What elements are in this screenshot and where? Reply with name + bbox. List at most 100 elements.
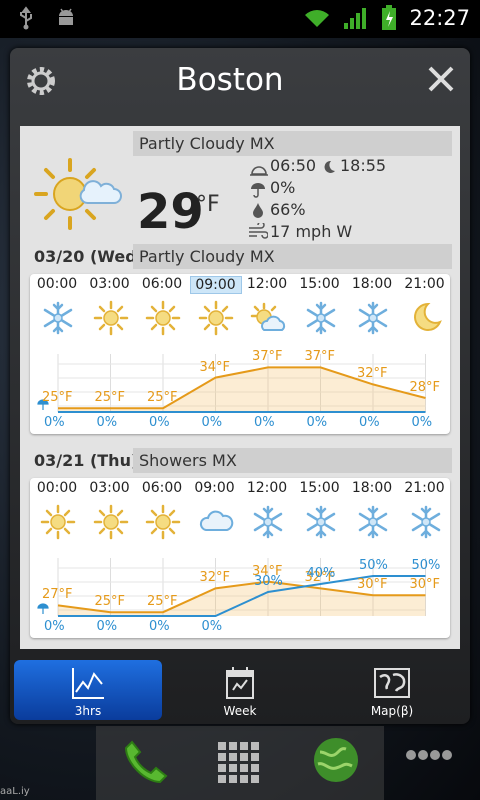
umbrella-icon <box>37 603 49 614</box>
precipitation-label: 0% <box>359 415 380 430</box>
humidity-value: 66% <box>270 200 306 219</box>
usb-icon <box>20 6 32 30</box>
temperature-label: 25°F <box>147 594 178 610</box>
precipitation-value: 0% <box>270 178 296 197</box>
precipitation-label: 40% <box>306 566 336 581</box>
weather-widget: Boston Partly Cloudy MX 29 °F 06:50 18:5… <box>10 48 470 724</box>
temperature-label: 25°F <box>147 390 178 406</box>
battery-charging-icon <box>382 5 397 30</box>
hour-label[interactable]: 18:00 <box>347 480 397 496</box>
hour-label[interactable]: 06:00 <box>137 480 187 496</box>
view-tabs: 3hrs Week Map(β) <box>10 656 470 724</box>
home-dock <box>96 726 384 800</box>
tab-week[interactable]: Week <box>166 660 314 720</box>
precipitation-label: 50% <box>359 558 388 573</box>
sunrise-time: 06:50 <box>270 156 317 175</box>
sun-icon <box>198 300 233 336</box>
precipitation-label: 50% <box>411 558 441 573</box>
precipitation-label: 0% <box>149 619 170 634</box>
tab-3hrs[interactable]: 3hrs <box>14 660 162 720</box>
temperature-label: 25°F <box>42 390 73 406</box>
android-debug-icon <box>59 8 73 25</box>
sun-icon <box>145 300 181 336</box>
tab-label: 3hrs <box>74 704 102 718</box>
snow-icon <box>43 301 73 335</box>
tab-map[interactable]: Map(β) <box>318 660 466 720</box>
hour-label[interactable]: 09:00 <box>190 480 240 496</box>
status-clock: 22:27 <box>409 6 470 30</box>
precipitation-label: 0% <box>96 619 118 634</box>
phone-icon[interactable] <box>120 736 172 788</box>
humidity-drop-icon <box>253 203 263 218</box>
hour-label[interactable]: 21:00 <box>400 480 450 496</box>
precipitation-label: 0% <box>411 415 433 430</box>
temperature-label: 30°F <box>357 577 388 593</box>
signal-icon <box>344 8 367 29</box>
line-chart-icon <box>72 668 104 699</box>
hour-label[interactable]: 00:00 <box>32 276 82 292</box>
hour-label[interactable]: 15:00 <box>295 480 345 496</box>
browser-globe-icon[interactable] <box>310 734 362 786</box>
wind-value: 17 mph W <box>270 222 353 241</box>
temperature-label: 34°F <box>199 359 231 375</box>
temperature-label: 37°F <box>252 349 283 365</box>
partly-cloudy-icon <box>34 158 122 230</box>
status-bar: 22:27 <box>0 0 480 38</box>
widget-header: Boston <box>10 48 470 118</box>
carrier-label: aaL.iy <box>0 786 30 797</box>
precipitation-label: 0% <box>254 415 275 430</box>
city-title: Boston <box>176 62 284 98</box>
hour-label[interactable]: 18:00 <box>347 276 397 292</box>
snow-icon <box>358 301 388 335</box>
sunset-time: 18:55 <box>340 156 387 175</box>
moon-icon <box>324 160 335 173</box>
hour-label[interactable]: 00:00 <box>32 480 82 496</box>
umbrella-icon <box>251 183 265 198</box>
precipitation-label: 0% <box>149 415 170 430</box>
temperature-label: 32°F <box>357 366 388 382</box>
temperature-label: 37°F <box>304 349 336 365</box>
hour-label[interactable]: 03:00 <box>85 480 135 496</box>
hour-label[interactable]: 09:00 <box>189 276 242 294</box>
precipitation-label: 0% <box>44 619 65 634</box>
hourly-graph <box>37 354 426 413</box>
more-dots-icon[interactable] <box>405 748 453 762</box>
hour-label[interactable]: 03:00 <box>85 276 135 292</box>
current-condition: Partly Cloudy MX <box>133 131 452 156</box>
app-grid-icon[interactable] <box>216 740 260 784</box>
forecast-card: Partly Cloudy MX 29 °F 06:50 18:55 0% 66… <box>20 126 460 649</box>
sun-icon <box>93 504 128 540</box>
snow-icon <box>306 505 335 539</box>
wind-icon <box>249 223 268 239</box>
hourly-forecast-panel: 00:00 03:00 06:00 09:00 12:00 15:00 18:00 21:00… <box>30 274 450 434</box>
partly-cloudy-icon <box>250 302 286 331</box>
sun-icon <box>93 300 128 336</box>
sun-icon <box>40 504 76 540</box>
map-icon <box>374 668 410 698</box>
precipitation-label: 0% <box>44 415 65 430</box>
wifi-icon <box>305 10 330 27</box>
calendar-icon <box>226 667 254 699</box>
temperature-unit: °F <box>196 192 220 217</box>
precipitation-label: 0% <box>96 415 118 430</box>
snow-icon <box>358 505 388 539</box>
hour-label[interactable]: 21:00 <box>400 276 450 292</box>
sunrise-icon <box>250 166 268 176</box>
tab-label: Week <box>223 704 257 718</box>
day-date: 03/21 (Thu) <box>34 451 139 470</box>
hour-label[interactable]: 06:00 <box>137 276 187 292</box>
current-temperature: 29 <box>137 184 204 240</box>
temperature-label: 27°F <box>42 587 73 603</box>
sun-icon <box>145 504 181 540</box>
precipitation-label: 0% <box>201 619 223 634</box>
temperature-label: 28°F <box>409 380 441 395</box>
temperature-label: 25°F <box>94 390 126 406</box>
hour-label[interactable]: 12:00 <box>242 480 292 496</box>
temperature-label: 30°F <box>409 577 441 593</box>
hour-label[interactable]: 15:00 <box>295 276 345 292</box>
moon-icon <box>413 302 442 331</box>
temperature-label: 32°F <box>199 570 231 586</box>
hour-label[interactable]: 12:00 <box>242 276 292 292</box>
close-icon[interactable] <box>426 64 456 94</box>
cloud-icon <box>199 510 233 531</box>
